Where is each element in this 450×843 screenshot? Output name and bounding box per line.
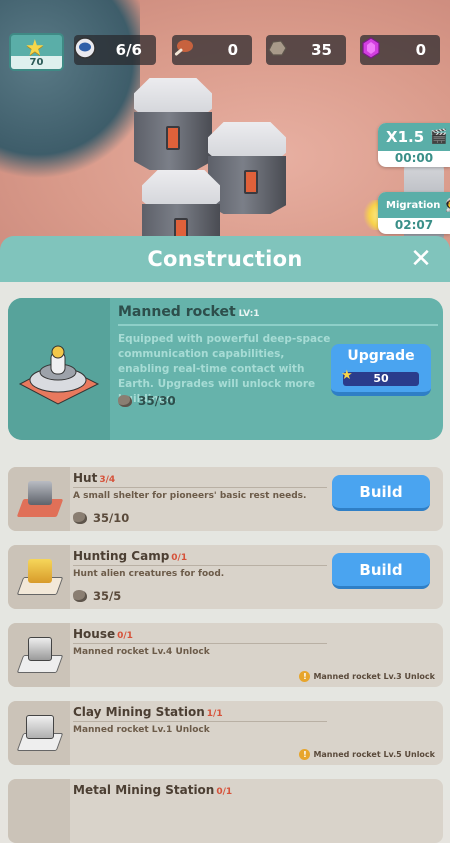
migration-label: Migration — [386, 199, 441, 211]
building-description: Hunt alien creatures for food. — [73, 569, 225, 579]
featured-level: LV:1 — [238, 309, 260, 319]
featured-cost-value: 35/30 — [138, 394, 176, 408]
divider — [73, 487, 327, 488]
speed-boost-button[interactable]: X1.5 🎬 00:00 — [378, 123, 450, 167]
divider — [73, 643, 327, 644]
astronaut-icon: 👨‍🚀 — [444, 198, 450, 213]
featured-cost: 35/30 — [118, 394, 176, 408]
stone-icon — [73, 512, 87, 524]
list-item-metal-mining-station: Metal Mining Station 0/1 — [8, 779, 443, 843]
building-count: 1/1 — [206, 709, 223, 719]
food-counter[interactable]: 0 — [172, 35, 252, 65]
building-cost: 35/5 — [73, 589, 121, 603]
list-item-hunting-camp[interactable]: Hunting Camp 0/1 Hunt alien creatures for… — [8, 545, 443, 609]
stone-icon — [118, 395, 132, 407]
warning-icon: ! — [299, 749, 311, 760]
building-name: Clay Mining Station 1/1 — [73, 705, 223, 719]
player-level-badge[interactable]: ★ 70 — [9, 33, 64, 71]
astronaut-icon — [70, 33, 100, 63]
building-count: 3/4 — [99, 475, 116, 485]
building-cost: 35/10 — [73, 511, 129, 525]
building-count: 0/1 — [171, 553, 188, 563]
migration-button[interactable]: Migration 👨‍🚀 02:07 — [378, 192, 450, 234]
upgrade-label: Upgrade — [347, 348, 415, 364]
stone-icon — [262, 33, 292, 63]
building-description: Manned rocket Lv.1 Unlock — [73, 725, 210, 735]
panel-title: Construction — [147, 247, 303, 271]
film-icon: 🎬 — [430, 129, 448, 145]
hut-thumbnail — [8, 467, 70, 531]
tree-shadow — [0, 0, 140, 180]
speed-timer: 00:00 — [394, 151, 434, 165]
building-name: Metal Mining Station 0/1 — [73, 783, 233, 797]
warning-icon: ! — [299, 671, 311, 682]
construction-header: Construction ✕ — [0, 236, 450, 282]
migration-timer: 02:07 — [394, 218, 434, 232]
upgrade-cost: 50 — [373, 372, 389, 385]
building-name: House 0/1 — [73, 627, 133, 641]
list-item-hut[interactable]: Hut 3/4 A small shelter for pioneers' bas… — [8, 467, 443, 531]
building-count: 0/1 — [117, 631, 133, 641]
close-icon[interactable]: ✕ — [408, 246, 434, 272]
build-button[interactable]: Build — [332, 553, 430, 589]
building-name: Hut 3/4 — [73, 471, 116, 485]
clay-mining-thumbnail — [8, 701, 70, 765]
habitat-pod[interactable] — [134, 78, 212, 170]
building-description: Manned rocket Lv.4 Unlock — [73, 647, 210, 657]
stone-counter[interactable]: 35 — [266, 35, 346, 65]
featured-title: Manned rocket LV:1 — [118, 304, 260, 320]
gem-icon — [356, 33, 386, 63]
upgrade-button[interactable]: Upgrade ★ 50 — [331, 344, 431, 396]
metal-mining-thumbnail — [8, 779, 70, 843]
player-level: 70 — [11, 56, 62, 69]
rocket-thumbnail — [8, 298, 110, 440]
divider — [118, 324, 438, 326]
list-item-clay-mining-station: Clay Mining Station 1/1 Manned rocket Lv.… — [8, 701, 443, 765]
featured-name: Manned rocket — [118, 304, 236, 320]
rocket-base-icon — [18, 345, 100, 405]
building-count: 0/1 — [216, 787, 233, 797]
gem-counter[interactable]: 0 — [360, 35, 440, 65]
speed-label: X1.5 — [386, 128, 425, 146]
list-item-house: House 0/1 Manned rocket Lv.4 Unlock ! Mann… — [8, 623, 443, 687]
house-thumbnail — [8, 623, 70, 687]
building-name: Hunting Camp 0/1 — [73, 549, 188, 563]
unlock-requirement: ! Manned rocket Lv.5 Unlock — [299, 749, 435, 760]
population-counter[interactable]: 6/6 — [74, 35, 156, 65]
building-description: A small shelter for pioneers' basic rest… — [73, 491, 307, 501]
hunting-camp-thumbnail — [8, 545, 70, 609]
meat-icon — [168, 33, 198, 63]
stone-icon — [73, 590, 87, 602]
unlock-requirement: ! Manned rocket Lv.3 Unlock — [299, 671, 435, 682]
upgrade-cost-bar: ★ 50 — [341, 368, 419, 386]
divider — [73, 565, 327, 566]
star-icon: ★ — [341, 368, 353, 383]
divider — [73, 721, 327, 722]
build-button[interactable]: Build — [332, 475, 430, 511]
